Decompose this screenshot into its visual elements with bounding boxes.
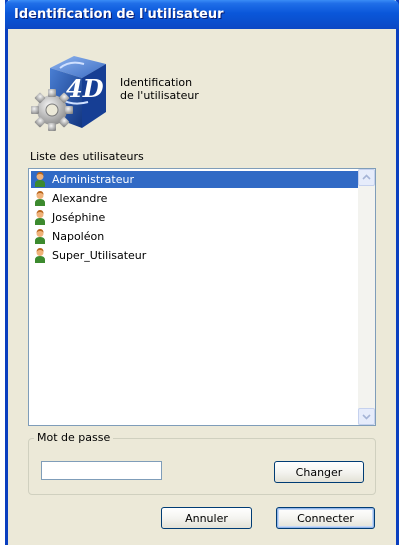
user-icon bbox=[35, 229, 45, 244]
window-title: Identification de l'utilisateur bbox=[14, 7, 224, 22]
user-icon bbox=[35, 172, 45, 187]
header-line-2: de l'utilisateur bbox=[120, 89, 199, 102]
header-line-1: Identification bbox=[120, 76, 193, 89]
user-list-item-label: Super_Utilisateur bbox=[52, 249, 147, 262]
4d-logo-gear-icon: 4D bbox=[31, 56, 106, 131]
user-list-item[interactable]: Joséphine bbox=[31, 209, 360, 226]
user-list-item[interactable]: Napoléon bbox=[31, 228, 360, 245]
user-icon bbox=[35, 210, 45, 225]
vertical-scrollbar[interactable] bbox=[358, 169, 375, 425]
user-list-item-label: Napoléon bbox=[52, 230, 105, 243]
user-list-item-label: Administrateur bbox=[52, 173, 134, 186]
header-text: Identification de l'utilisateur bbox=[120, 76, 199, 102]
user-list-label: Liste des utilisateurs bbox=[30, 150, 144, 163]
user-list-item-label: Joséphine bbox=[52, 211, 106, 224]
connect-button[interactable]: Connecter bbox=[276, 507, 375, 529]
user-list[interactable]: Administrateur Alexandre Joséphine Napoléon… bbox=[28, 168, 376, 426]
chevron-up-icon bbox=[362, 174, 371, 180]
user-icon bbox=[35, 248, 45, 263]
scroll-up-button[interactable] bbox=[358, 169, 375, 186]
password-group-label: Mot de passe bbox=[34, 431, 114, 444]
password-input[interactable] bbox=[41, 461, 162, 480]
user-list-item-label: Alexandre bbox=[52, 192, 108, 205]
scroll-down-button[interactable] bbox=[358, 408, 375, 425]
user-icon bbox=[35, 191, 45, 206]
title-bar[interactable]: Identification de l'utilisateur bbox=[5, 0, 399, 29]
change-password-button[interactable]: Changer bbox=[274, 461, 364, 483]
svg-text:4D: 4D bbox=[66, 74, 104, 103]
user-list-item[interactable]: Administrateur bbox=[31, 171, 360, 188]
cancel-button[interactable]: Annuler bbox=[161, 507, 252, 529]
user-list-item[interactable]: Super_Utilisateur bbox=[31, 247, 360, 264]
user-list-item[interactable]: Alexandre bbox=[31, 190, 360, 207]
dialog-window: Identification de l'utilisateur 4D Ident… bbox=[5, 0, 399, 545]
chevron-down-icon bbox=[362, 414, 371, 420]
